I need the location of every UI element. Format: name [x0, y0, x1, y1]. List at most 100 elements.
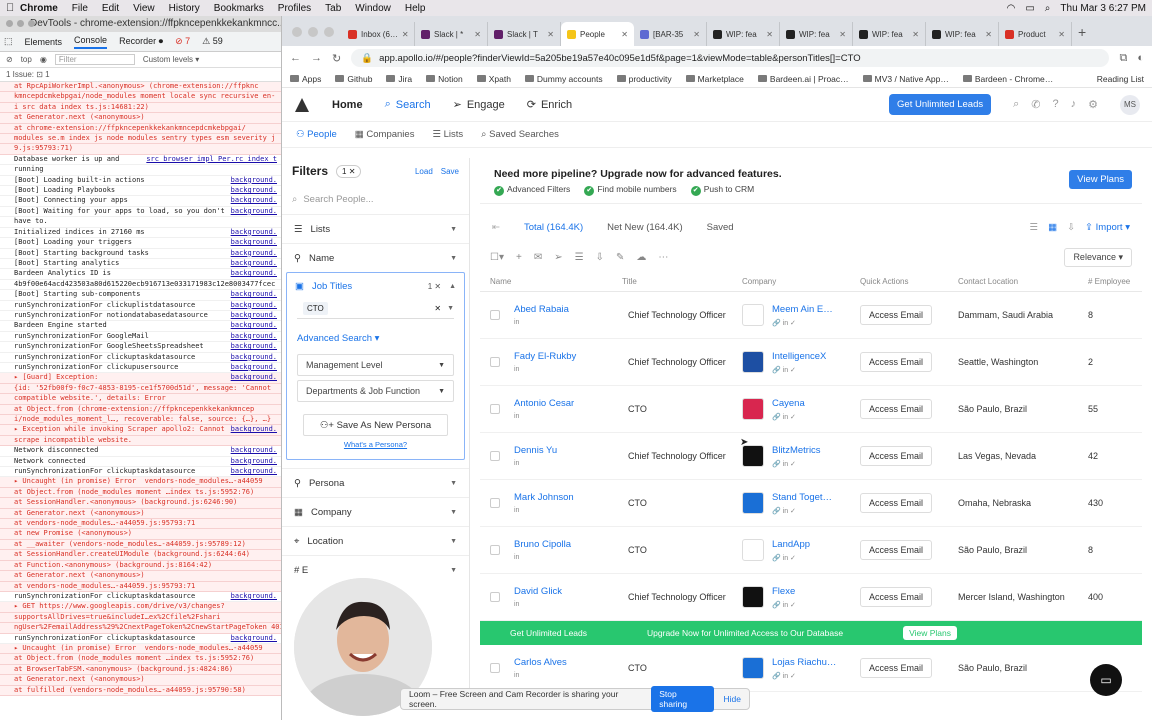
- filter-location[interactable]: ⌖ Location ▼: [282, 526, 469, 555]
- sort-relevance-select[interactable]: Relevance ▾: [1064, 247, 1132, 267]
- management-level-select[interactable]: Management Level ▼: [297, 354, 454, 376]
- inspect-icon[interactable]: ⬚: [4, 36, 13, 47]
- company-links-icon[interactable]: 🔗 in ✓: [772, 507, 832, 515]
- menu-profiles[interactable]: Profiles: [278, 3, 311, 14]
- company-logo[interactable]: [742, 304, 764, 326]
- wifi-icon[interactable]: ◠: [1007, 3, 1016, 14]
- filter-persona[interactable]: ⚲ Persona ▼: [282, 468, 469, 497]
- company-links-icon[interactable]: 🔗 in ✓: [772, 601, 796, 609]
- upgrade-view-plans-button[interactable]: View Plans: [903, 626, 957, 640]
- bell-icon[interactable]: ♪: [1071, 98, 1077, 111]
- bookmark-dummy[interactable]: Dummy accounts: [524, 74, 603, 84]
- bookmark-marketplace[interactable]: Marketplace: [685, 74, 744, 84]
- load-filters-link[interactable]: Load: [415, 167, 433, 176]
- menu-app-name[interactable]: Chrome: [20, 3, 58, 14]
- linkedin-icon[interactable]: in: [514, 460, 622, 467]
- edit-icon[interactable]: ✎: [616, 252, 624, 263]
- bookmark-productivity[interactable]: productivity: [616, 74, 672, 84]
- access-email-button[interactable]: Access Email: [860, 305, 933, 325]
- tab-elements[interactable]: Elements: [25, 37, 63, 47]
- tab-net-new[interactable]: Net New (164.4K): [607, 222, 683, 233]
- gear-icon[interactable]: ⚙: [1088, 98, 1098, 111]
- bookmark-github[interactable]: Github: [335, 74, 372, 84]
- cloud-icon[interactable]: ☁: [636, 252, 646, 263]
- browser-tab[interactable]: Inbox (6… ✕: [342, 22, 415, 46]
- export-icon[interactable]: ⇩: [1067, 222, 1075, 233]
- company-links-icon[interactable]: 🔗 in ✓: [772, 460, 821, 468]
- linkedin-icon[interactable]: in: [514, 554, 622, 561]
- console-source-link[interactable]: background.: [231, 301, 277, 310]
- save-persona-button[interactable]: ⚇+ Save As New Persona: [303, 414, 448, 436]
- company-logo[interactable]: [742, 445, 764, 467]
- departments-select[interactable]: Departments & Job Function ▼: [297, 380, 454, 402]
- access-email-button[interactable]: Access Email: [860, 658, 933, 678]
- save-filters-link[interactable]: Save: [441, 167, 459, 176]
- company-name-link[interactable]: BlitzMetrics: [772, 445, 821, 456]
- console-source-link[interactable]: background.: [231, 467, 277, 476]
- context-select[interactable]: top: [21, 55, 32, 64]
- row-checkbox[interactable]: [490, 451, 500, 461]
- company-logo[interactable]: [742, 539, 764, 561]
- clock[interactable]: Thu Mar 3 6:27 PM: [1060, 3, 1146, 14]
- company-logo[interactable]: [742, 492, 764, 514]
- table-view-icon[interactable]: ▦: [1048, 222, 1057, 233]
- hide-button[interactable]: Hide: [724, 694, 741, 704]
- email-icon[interactable]: ✉: [534, 252, 542, 263]
- eye-icon[interactable]: ◉: [40, 55, 47, 64]
- warn-count-badge[interactable]: ⚠ 59: [202, 36, 223, 47]
- col-location[interactable]: Contact Location: [958, 277, 1088, 286]
- tab-total[interactable]: Total (164.4K): [524, 222, 583, 233]
- company-name-link[interactable]: Flexe: [772, 586, 796, 597]
- company-logo[interactable]: [742, 586, 764, 608]
- company-links-icon[interactable]: 🔗 in ✓: [772, 319, 833, 327]
- linkedin-icon[interactable]: in: [514, 672, 622, 679]
- person-name-link[interactable]: Carlos Alves: [514, 657, 622, 668]
- nav-enrich[interactable]: ⟳ Enrich: [527, 98, 572, 112]
- company-name-link[interactable]: Stand Toget…: [772, 492, 832, 503]
- linkedin-icon[interactable]: in: [514, 366, 622, 373]
- download-icon[interactable]: ⇩: [596, 252, 604, 263]
- console-source-link[interactable]: background.: [231, 228, 277, 237]
- bookmark-notion[interactable]: Notion: [426, 74, 463, 84]
- company-name-link[interactable]: IntelligenceX: [772, 351, 826, 362]
- help-icon[interactable]: ?: [1053, 98, 1059, 111]
- menu-file[interactable]: File: [72, 3, 88, 14]
- nav-search[interactable]: ⌕ Search: [385, 98, 431, 111]
- avatar[interactable]: MS: [1120, 94, 1140, 115]
- console-source-link[interactable]: background.: [231, 186, 277, 195]
- row-checkbox[interactable]: [490, 545, 500, 555]
- person-name-link[interactable]: Abed Rabaia: [514, 304, 622, 315]
- menu-window[interactable]: Window: [355, 3, 391, 14]
- console-source-link[interactable]: background.: [231, 176, 277, 185]
- battery-icon[interactable]: ▭: [1025, 3, 1034, 14]
- bookmark-mv3[interactable]: MV3 / Native App…: [862, 74, 949, 84]
- console-source-link[interactable]: src browser impl Per.rc index t: [146, 155, 277, 164]
- console-source-link[interactable]: background.: [231, 196, 277, 205]
- console-source-link[interactable]: background.: [231, 238, 277, 247]
- filter-lists[interactable]: ☰ Lists ▼: [282, 214, 469, 243]
- browser-tab[interactable]: Slack | * ✕: [415, 22, 488, 46]
- menu-edit[interactable]: Edit: [102, 3, 119, 14]
- console-source-link[interactable]: background.: [231, 249, 277, 258]
- company-links-icon[interactable]: 🔗 in ✓: [772, 366, 826, 374]
- company-logo[interactable]: [742, 657, 764, 679]
- col-name[interactable]: Name: [490, 277, 622, 286]
- browser-tab[interactable]: [BAR-35 ✕: [634, 22, 707, 46]
- linkedin-icon[interactable]: in: [514, 507, 622, 514]
- extensions-icon[interactable]: ⧉: [1119, 52, 1127, 65]
- company-logo[interactable]: [742, 351, 764, 373]
- console-source-link[interactable]: background.: [231, 363, 277, 372]
- col-title[interactable]: Title: [622, 277, 742, 286]
- new-tab-icon[interactable]: +: [1078, 24, 1086, 40]
- tab-saved[interactable]: Saved: [707, 222, 734, 233]
- back-icon[interactable]: ←: [290, 52, 301, 64]
- advanced-search-toggle[interactable]: Advanced Search ▾: [297, 333, 454, 344]
- linkedin-icon[interactable]: in: [514, 413, 622, 420]
- stop-sharing-button[interactable]: Stop sharing: [651, 686, 714, 712]
- console-source-link[interactable]: background.: [231, 457, 277, 466]
- browser-tab[interactable]: Product ✕: [999, 22, 1072, 46]
- subnav-people[interactable]: ⚇ People: [296, 129, 337, 140]
- log-levels-select[interactable]: Custom levels ▾: [143, 55, 199, 64]
- add-icon[interactable]: +: [516, 252, 522, 263]
- bookmark-jira[interactable]: Jira: [386, 74, 412, 84]
